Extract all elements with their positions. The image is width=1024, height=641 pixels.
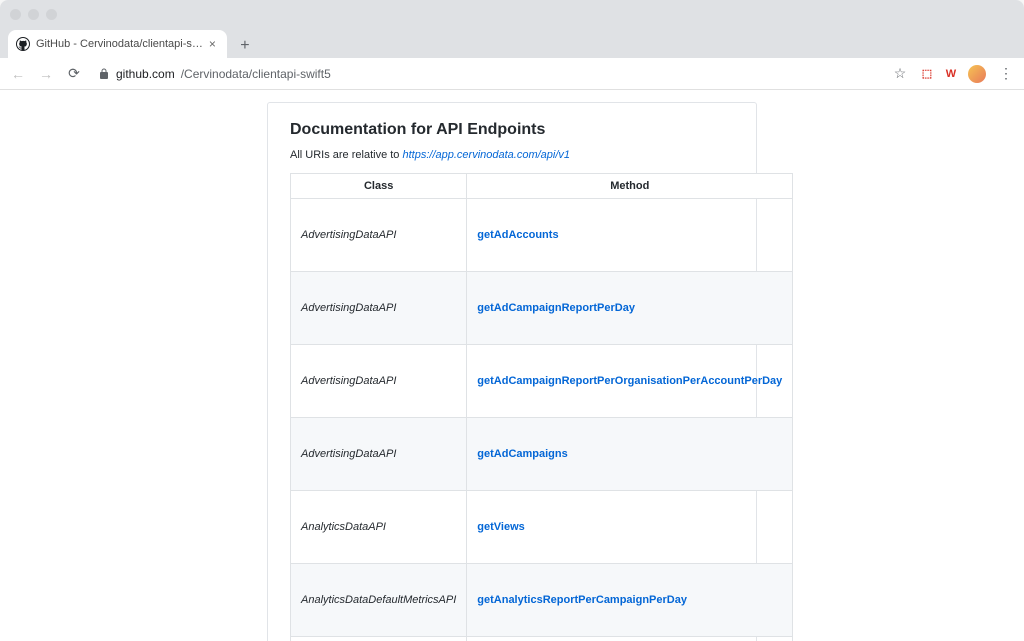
cell-class: AdvertisingDataAPI [291,418,467,491]
profile-avatar-icon[interactable] [968,65,986,83]
readme-box: Documentation for API Endpoints All URIs… [267,102,757,641]
browser-tab[interactable]: GitHub - Cervinodata/clientapi-s… × [8,30,227,58]
endpoints-table: Class Method AdvertisingDataAPI getAdAcco… [290,173,793,641]
cell-class: AnalyticsDataDefaultMetricsAPI [291,637,467,641]
page-content: Documentation for API Endpoints All URIs… [0,90,1024,641]
window-chrome [0,0,1024,28]
cell-method: getAdCampaigns [467,418,793,491]
table-row: AdvertisingDataAPI getAdCampaigns [291,418,793,491]
table-row: AnalyticsDataDefaultMetricsAPI getAnalyti… [291,564,793,637]
table-row: AdvertisingDataAPI getAdCampaignReportPer… [291,272,793,345]
method-link[interactable]: getAnalyticsReportPerCampaignPerDay [477,594,687,606]
cell-class: AnalyticsDataDefaultMetricsAPI [291,564,467,637]
cell-class: AdvertisingDataAPI [291,199,467,272]
table-row: AnalyticsDataDefaultMetricsAPIgetAnalyti… [291,637,793,641]
tabstrip: GitHub - Cervinodata/clientapi-s… × + [0,28,1024,58]
extension-icon-2[interactable]: W [944,67,958,81]
cell-class: AdvertisingDataAPI [291,272,467,345]
new-tab-button[interactable]: + [233,34,257,58]
extension-icon-1[interactable]: ⬚ [920,67,934,81]
cell-method: getAdCampaignReportPerOrganisationPerAcc… [467,345,793,418]
url-path: /Cervinodata/clientapi-swift5 [181,67,331,81]
cell-method: getAdAccounts [467,199,793,272]
method-link[interactable]: getAdCampaignReportPerOrganisationPerAcc… [477,375,782,387]
browser-toolbar: ← → ⟳ github.com/Cervinodata/clientapi-s… [0,58,1024,90]
method-link[interactable]: getViews [477,521,525,533]
back-button[interactable]: ← [8,64,28,84]
section-heading: Documentation for API Endpoints [290,121,734,139]
lock-icon [98,68,110,80]
th-method: Method [467,174,793,199]
traffic-zoom-icon[interactable] [46,9,57,20]
method-link[interactable]: getAdAccounts [477,229,558,241]
tab-close-icon[interactable]: × [209,39,219,49]
tab-title: GitHub - Cervinodata/clientapi-s… [36,38,203,50]
address-bar[interactable]: github.com/Cervinodata/clientapi-swift5 [92,67,882,81]
th-class: Class [291,174,467,199]
forward-button[interactable]: → [36,64,56,84]
cell-class: AdvertisingDataAPI [291,345,467,418]
intro-text: All URIs are relative to https://app.cer… [290,149,734,161]
url-host: github.com [116,67,175,81]
cell-method: getAnalyticsReportPerChannelGroupPerDay [467,637,793,641]
cell-method: getAdCampaignReportPerDay [467,272,793,345]
browser-menu-icon[interactable]: ⋮ [996,64,1016,84]
table-row: AdvertisingDataAPI getAdAccounts [291,199,793,272]
reload-button[interactable]: ⟳ [64,64,84,84]
method-link[interactable]: getAdCampaigns [477,448,567,460]
bookmark-star-icon[interactable]: ☆ [890,64,910,84]
table-row: AdvertisingDataAPI getAdCampaignReportPer… [291,345,793,418]
traffic-close-icon[interactable] [10,9,21,20]
cell-method: getAnalyticsReportPerCampaignPerDay [467,564,793,637]
cell-method: getViews [467,491,793,564]
traffic-minimize-icon[interactable] [28,9,39,20]
cell-class: AnalyticsDataAPI [291,491,467,564]
github-favicon-icon [16,37,30,51]
method-link[interactable]: getAdCampaignReportPerDay [477,302,635,314]
table-row: AnalyticsDataAPI getViews [291,491,793,564]
intro-prefix: All URIs are relative to [290,149,402,161]
intro-url-link[interactable]: https://app.cervinodata.com/api/v1 [402,149,570,161]
